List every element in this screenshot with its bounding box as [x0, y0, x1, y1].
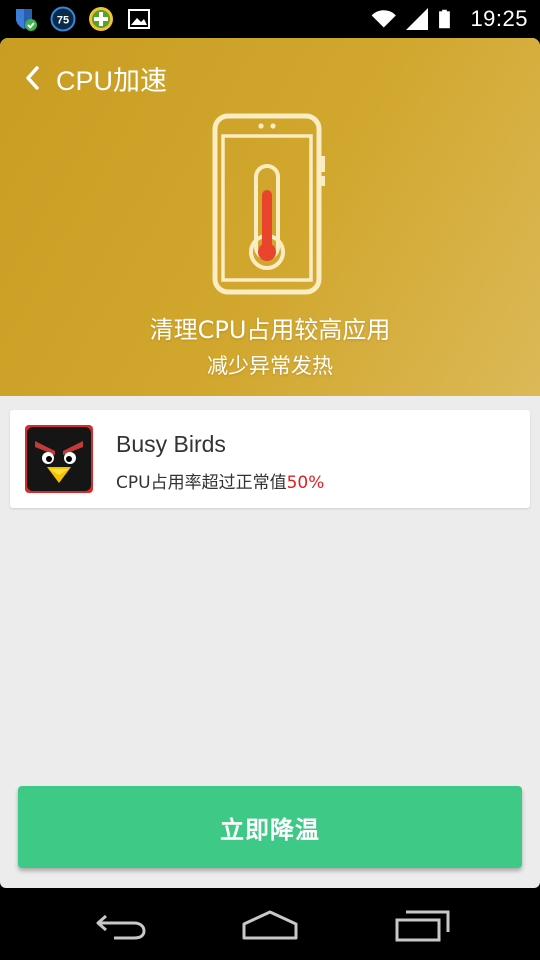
battery-icon — [439, 9, 451, 29]
cpu-boost-screen: CPU加速 清理CPU占用较高应用 减少异常发热 Busy Birds CPU占… — [0, 38, 540, 888]
image-icon — [128, 9, 150, 29]
wifi-icon — [372, 10, 397, 28]
navigation-bar — [0, 888, 540, 960]
app-cpu-description: CPU占用率超过正常值50% — [116, 468, 324, 493]
app-name: Busy Birds — [116, 431, 226, 457]
cool-down-button[interactable]: 立即降温 — [18, 786, 522, 868]
recent-apps-icon[interactable] — [390, 904, 454, 944]
cpu-usage-text: CPU占用率超过正常值 — [116, 473, 287, 493]
home-icon[interactable] — [238, 904, 302, 944]
clock: 19:25 — [470, 6, 528, 31]
green-plus-icon — [89, 7, 113, 31]
status-bar: 75 19:25 — [0, 0, 540, 38]
page-title: CPU加速 — [56, 65, 168, 96]
signal-icon — [406, 8, 429, 30]
system-status: 19:25 — [368, 6, 528, 32]
cpu-usage-percent: 50% — [286, 473, 325, 493]
badge-75-icon: 75 — [50, 6, 76, 32]
header: CPU加速 清理CPU占用较高应用 减少异常发热 — [0, 38, 540, 396]
chevron-left-icon[interactable] — [22, 64, 44, 92]
back-button[interactable]: CPU加速 — [22, 58, 167, 98]
notification-icons: 75 — [12, 6, 152, 32]
back-arrow-icon[interactable] — [88, 904, 152, 944]
phone-thermometer-icon — [210, 112, 330, 296]
shield-check-icon — [16, 9, 37, 31]
subheadline: 减少异常发热 — [207, 354, 333, 378]
screen: 75 19:25 CPU加速 清理CPU占用较高应用 减少异常发热 Busy B… — [0, 0, 540, 960]
headline: 清理CPU占用较高应用 — [149, 316, 391, 344]
badge-number: 75 — [57, 15, 69, 27]
angry-bird-icon — [25, 425, 93, 493]
list-item[interactable]: Busy Birds CPU占用率超过正常值50% — [10, 410, 530, 508]
